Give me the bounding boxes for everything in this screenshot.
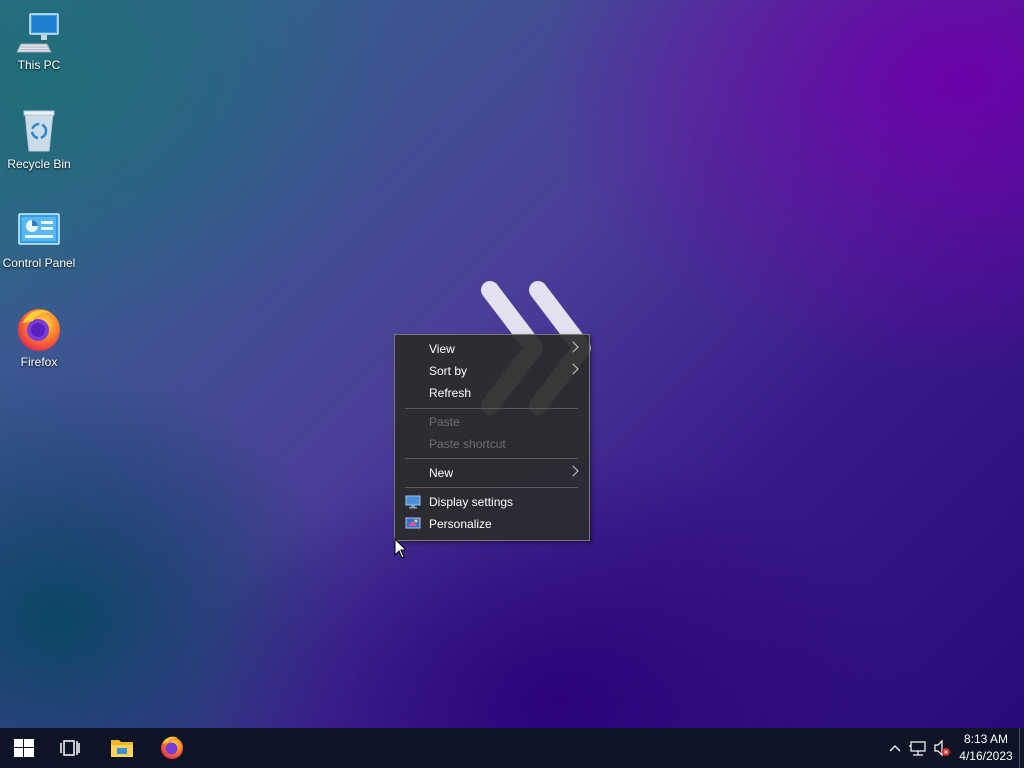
network-icon — [909, 741, 926, 756]
desktop-icon-label: Recycle Bin — [7, 157, 71, 171]
menu-item-label: New — [429, 466, 454, 480]
desktop[interactable]: This PC Recycle Bin Control Panel Firefo… — [0, 0, 1024, 728]
clock-time: 8:13 AM — [963, 732, 1009, 746]
menu-item-personalize[interactable]: Personalize — [395, 513, 589, 535]
clock[interactable]: 8:13 AM 4/16/2023 — [952, 731, 1020, 765]
menu-item-new[interactable]: New — [395, 462, 589, 484]
desktop-icon-label: Firefox — [20, 355, 58, 369]
menu-separator — [405, 487, 578, 488]
desktop-icon-control-panel[interactable]: Control Panel — [1, 206, 77, 270]
menu-item-sort-by[interactable]: Sort by — [395, 360, 589, 382]
chevron-right-icon — [567, 341, 579, 353]
clock-date: 4/16/2023 — [959, 749, 1013, 763]
this-pc-icon — [15, 8, 63, 56]
taskbar: 8:13 AM 4/16/2023 — [0, 728, 1024, 768]
menu-separator — [405, 408, 578, 409]
volume-muted-icon — [934, 739, 950, 757]
menu-item-label: Paste — [429, 415, 460, 429]
menu-item-label: Display settings — [429, 495, 514, 509]
firefox-icon — [15, 305, 63, 353]
menu-item-label: Refresh — [429, 386, 472, 400]
control-panel-icon — [15, 206, 63, 254]
chevron-right-icon — [567, 363, 579, 375]
menu-item-view[interactable]: View — [395, 338, 589, 360]
chevron-right-icon — [567, 465, 579, 477]
menu-item-label: Sort by — [429, 364, 468, 378]
network-button[interactable] — [907, 728, 931, 768]
show-hidden-icons-button[interactable] — [884, 728, 906, 768]
start-button[interactable] — [0, 728, 48, 768]
menu-item-paste-shortcut: Paste shortcut — [395, 433, 589, 455]
chevron-up-icon — [889, 745, 901, 752]
desktop-icon-label: This PC — [17, 58, 61, 72]
mouse-cursor-icon — [394, 538, 408, 559]
file-explorer-icon — [111, 740, 133, 757]
task-view-icon — [60, 740, 80, 756]
show-desktop-button[interactable] — [1019, 728, 1024, 768]
desktop-icon-recycle-bin[interactable]: Recycle Bin — [1, 107, 77, 171]
menu-item-paste: Paste — [395, 411, 589, 433]
menu-item-refresh[interactable]: Refresh — [395, 382, 589, 404]
desktop-icon-this-pc[interactable]: This PC — [1, 8, 77, 72]
task-view-button[interactable] — [48, 728, 96, 768]
menu-separator — [405, 458, 578, 459]
taskbar-firefox[interactable] — [148, 728, 196, 768]
taskbar-file-explorer[interactable] — [98, 728, 146, 768]
menu-item-display-settings[interactable]: Display settings — [395, 491, 589, 513]
volume-button[interactable] — [932, 728, 952, 768]
personalize-icon — [405, 517, 421, 529]
menu-item-label: Paste shortcut — [429, 437, 506, 451]
desktop-context-menu: View Sort by Refresh Paste Paste shortcu… — [394, 334, 590, 541]
menu-item-label: View — [429, 342, 455, 356]
recycle-bin-icon — [15, 107, 63, 155]
windows-logo-icon — [14, 739, 34, 757]
firefox-icon — [161, 736, 183, 759]
menu-item-label: Personalize — [429, 517, 492, 531]
display-icon — [405, 495, 421, 509]
desktop-icon-firefox[interactable]: Firefox — [1, 305, 77, 369]
desktop-icon-label: Control Panel — [2, 256, 76, 270]
